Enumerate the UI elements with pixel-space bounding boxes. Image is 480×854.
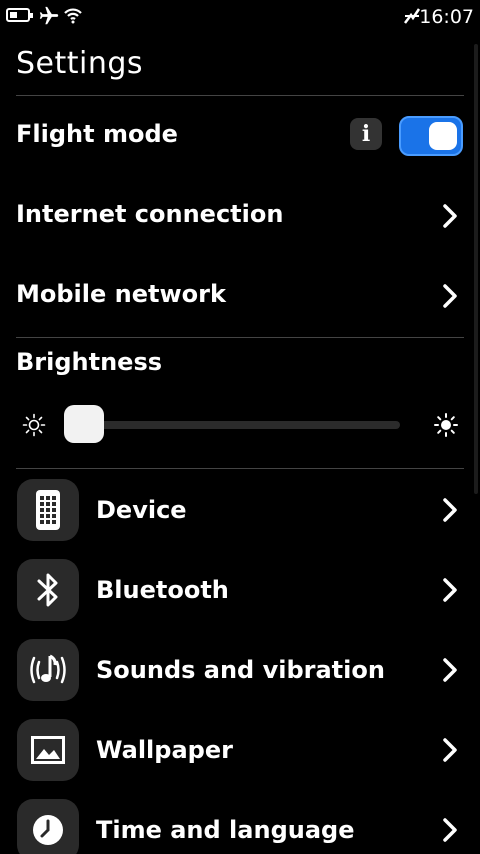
status-clock: 16:07 bbox=[419, 6, 474, 28]
brightness-low-icon bbox=[22, 413, 46, 437]
bluetooth-label: Bluetooth bbox=[96, 576, 229, 604]
divider bbox=[16, 337, 464, 338]
chevron-right-icon bbox=[443, 738, 457, 762]
mobile-network-label: Mobile network bbox=[16, 280, 226, 308]
device-label: Device bbox=[96, 496, 187, 524]
brightness-high-icon bbox=[434, 413, 458, 437]
flight-mode-label: Flight mode bbox=[16, 120, 178, 148]
brightness-slider-track[interactable] bbox=[80, 421, 400, 429]
list-item-time-and-language[interactable]: Time and language bbox=[0, 790, 480, 854]
battery-icon bbox=[6, 8, 33, 22]
chevron-right-icon bbox=[443, 818, 457, 842]
clock-icon bbox=[17, 799, 79, 854]
chevron-right-icon bbox=[443, 658, 457, 682]
list-item-wallpaper[interactable]: Wallpaper bbox=[0, 710, 480, 790]
divider bbox=[16, 468, 464, 469]
sounds-and-vibration-label: Sounds and vibration bbox=[96, 656, 385, 684]
chevron-right-icon bbox=[443, 284, 457, 308]
device-icon bbox=[17, 479, 79, 541]
list-item-internet-connection[interactable]: Internet connection bbox=[0, 176, 480, 256]
brightness-slider-handle[interactable] bbox=[64, 405, 104, 443]
status-bar: 16:07 bbox=[0, 0, 480, 34]
internet-connection-label: Internet connection bbox=[16, 200, 284, 228]
chevron-right-icon bbox=[443, 578, 457, 602]
wallpaper-label: Wallpaper bbox=[96, 736, 233, 764]
chevron-right-icon bbox=[443, 204, 457, 228]
flight-mode-toggle[interactable] bbox=[399, 116, 463, 156]
brightness-label: Brightness bbox=[16, 348, 163, 376]
airplane-icon bbox=[39, 6, 59, 25]
wifi-icon bbox=[64, 8, 82, 24]
wallpaper-icon bbox=[17, 719, 79, 781]
bluetooth-icon bbox=[17, 559, 79, 621]
list-item-sounds-and-vibration[interactable]: Sounds and vibration bbox=[0, 630, 480, 710]
chevron-right-icon bbox=[443, 498, 457, 522]
page-title: Settings bbox=[16, 46, 144, 81]
time-and-language-label: Time and language bbox=[96, 816, 355, 844]
toggle-knob bbox=[429, 122, 457, 150]
list-item-device[interactable]: Device bbox=[0, 470, 480, 550]
info-icon[interactable]: i bbox=[350, 118, 382, 150]
list-item-bluetooth[interactable]: Bluetooth bbox=[0, 550, 480, 630]
sound-icon bbox=[17, 639, 79, 701]
list-item-mobile-network[interactable]: Mobile network bbox=[0, 256, 480, 336]
